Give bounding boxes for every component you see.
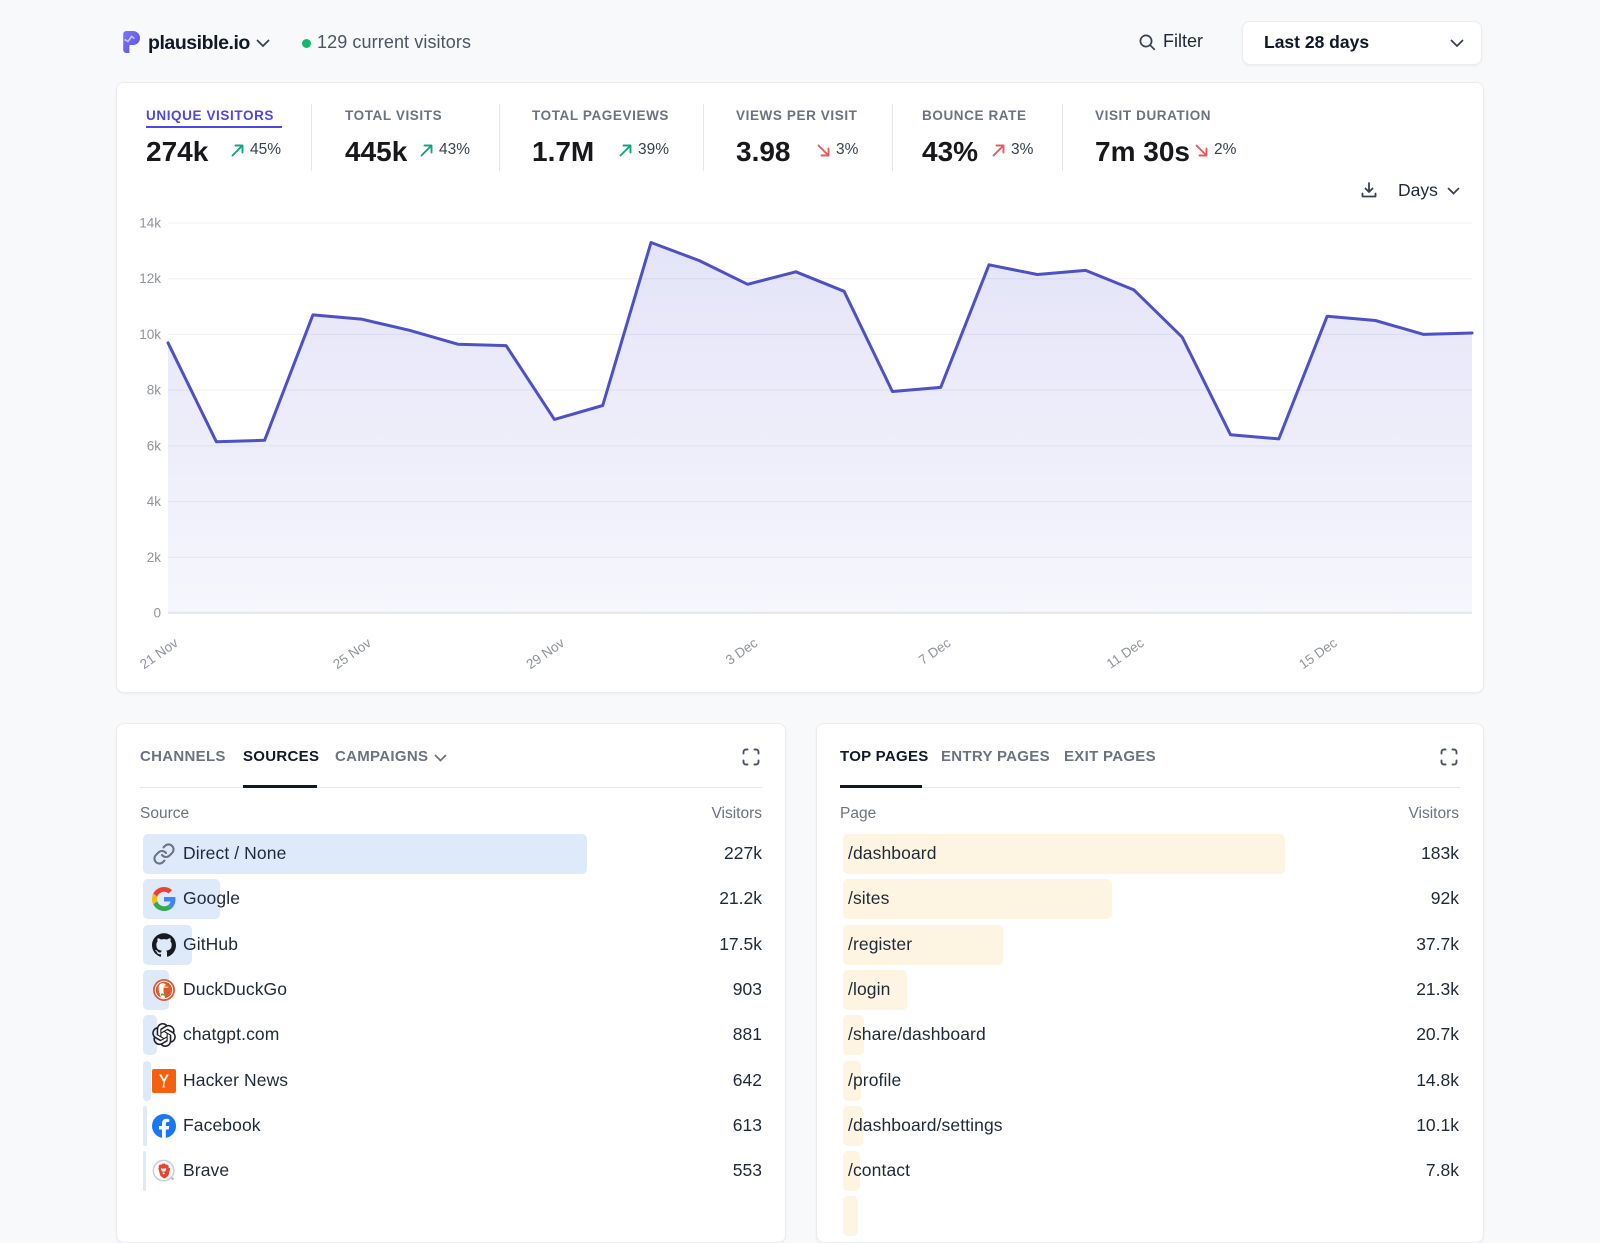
svg-text:7 Dec: 7 Dec (916, 635, 954, 668)
svg-text:3 Dec: 3 Dec (723, 635, 761, 668)
svg-text:10k: 10k (139, 327, 161, 342)
svg-text:15 Dec: 15 Dec (1296, 635, 1340, 672)
svg-text:11 Dec: 11 Dec (1104, 635, 1147, 671)
svg-text:14k: 14k (139, 216, 161, 231)
svg-text:4k: 4k (147, 494, 162, 509)
svg-text:0: 0 (153, 606, 161, 621)
svg-text:6k: 6k (147, 438, 162, 453)
svg-text:29 Nov: 29 Nov (523, 635, 567, 672)
svg-text:21 Nov: 21 Nov (137, 635, 181, 672)
svg-text:2k: 2k (147, 550, 162, 565)
svg-text:25 Nov: 25 Nov (330, 635, 374, 672)
svg-text:12k: 12k (139, 271, 161, 286)
svg-text:8k: 8k (147, 383, 162, 398)
